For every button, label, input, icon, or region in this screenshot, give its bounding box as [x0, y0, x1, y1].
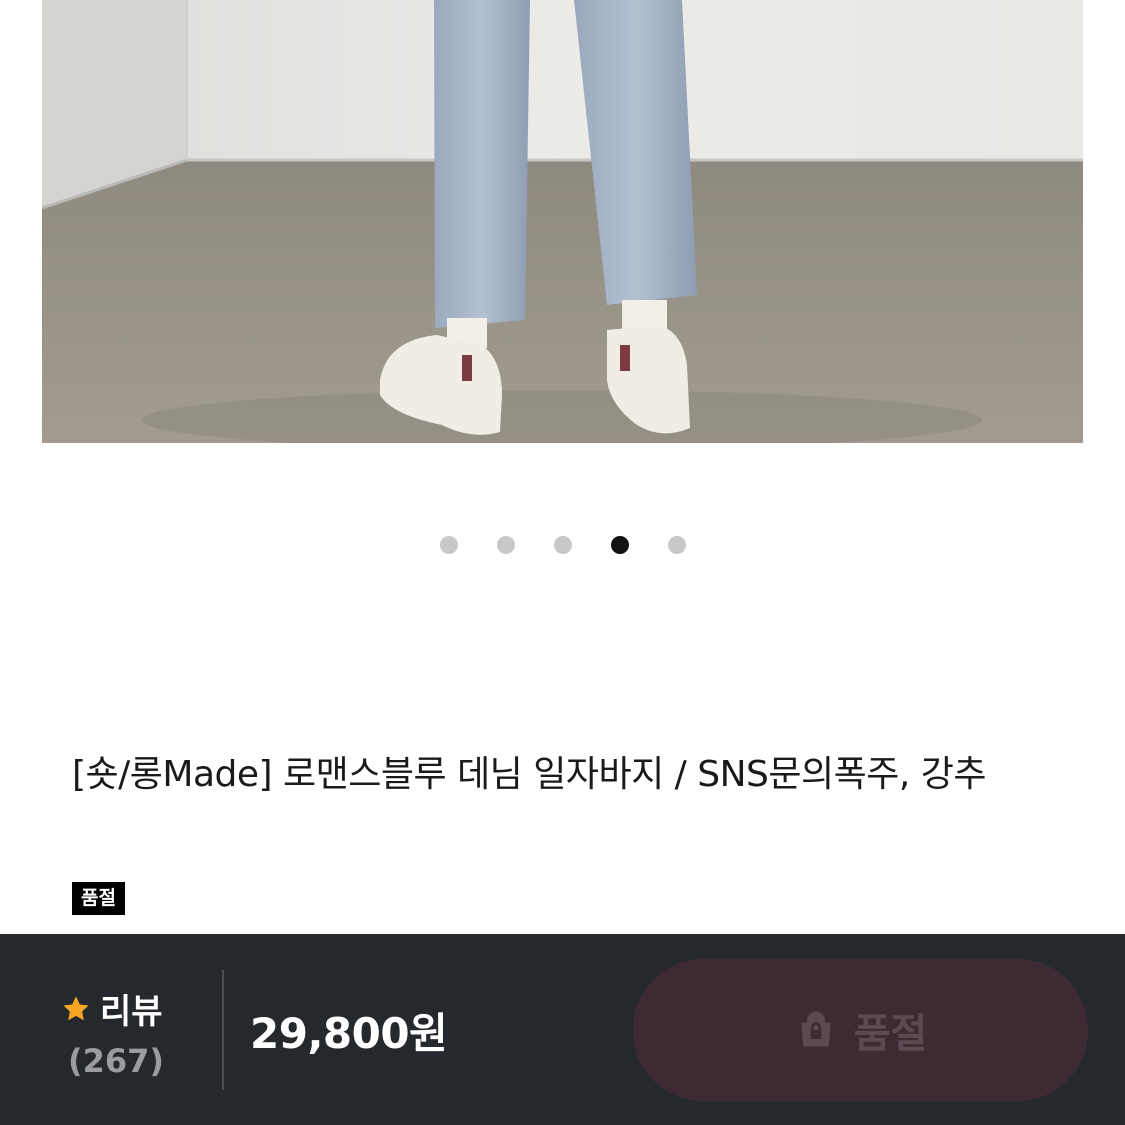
sold-out-badge: 품절 — [72, 882, 125, 915]
divider — [222, 970, 224, 1090]
carousel-dot[interactable] — [439, 536, 458, 554]
review-summary[interactable]: 리뷰 (267) — [60, 984, 164, 1080]
star-icon — [63, 995, 89, 1020]
carousel-dot[interactable] — [496, 536, 515, 554]
product-image[interactable] — [42, 0, 1083, 443]
shopping-bag-lock-icon — [801, 1011, 831, 1047]
review-count: (267) — [68, 1042, 165, 1080]
sold-out-button[interactable]: 품절 — [633, 959, 1088, 1101]
product-title: [숏/롱Made] 로맨스블루 데님 일자바지 / SNS문의폭주, 강추 — [72, 754, 987, 795]
carousel-dot-active[interactable] — [610, 536, 629, 554]
sold-out-button-label: 품절 — [853, 1011, 928, 1057]
carousel-dot[interactable] — [553, 536, 572, 554]
carousel-indicator — [0, 536, 1125, 556]
bottom-purchase-bar: 리뷰 (267) 29,800원 품절 — [0, 934, 1125, 1125]
carousel-dot[interactable] — [667, 536, 686, 554]
review-label: 리뷰 — [100, 992, 163, 1032]
product-price: 29,800원 — [250, 1009, 448, 1058]
